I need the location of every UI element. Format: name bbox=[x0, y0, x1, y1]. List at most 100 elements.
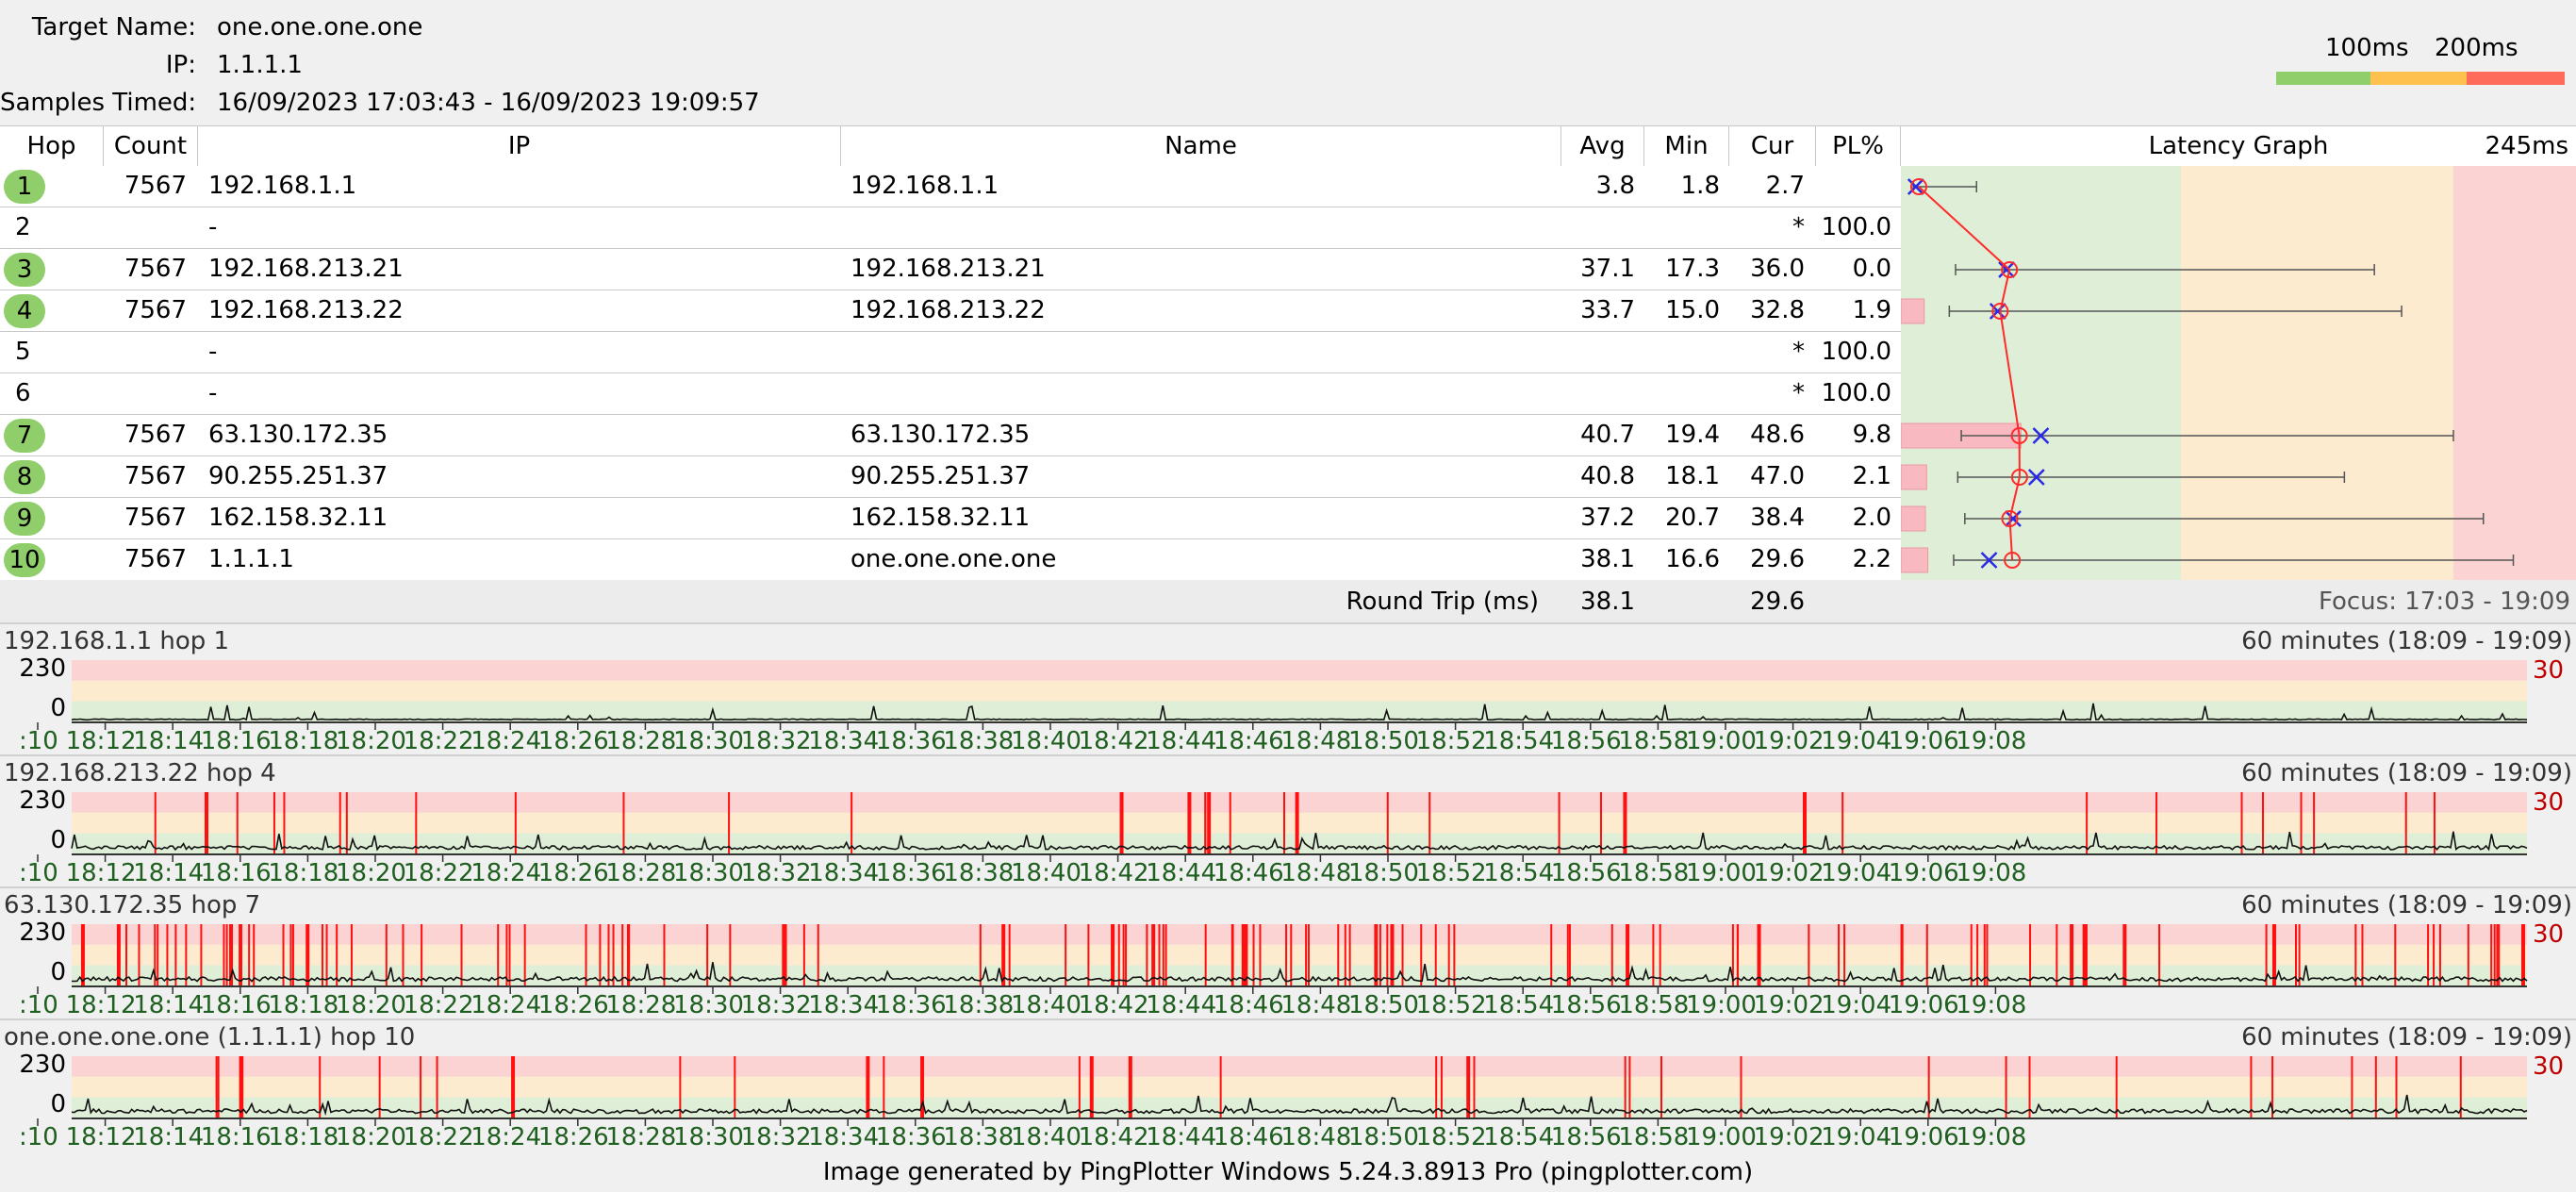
col-min-header[interactable]: Min bbox=[1644, 126, 1729, 166]
hop-name bbox=[850, 332, 1548, 372]
hop-number-badge: 7 bbox=[4, 419, 45, 453]
col-avg-header[interactable]: Avg bbox=[1561, 126, 1644, 166]
hop-row[interactable]: 5 - * 100.0 bbox=[0, 332, 1901, 373]
time-tick-label: 18:40 bbox=[1011, 991, 1082, 1019]
hop-cur: 29.6 bbox=[1750, 545, 1805, 573]
hop-row[interactable]: 1 7567 192.168.1.1 192.168.1.1 3.8 1.8 2.7 bbox=[0, 166, 1901, 207]
hop-min: 17.3 bbox=[1665, 255, 1720, 283]
time-tick-label: 18:14 bbox=[133, 991, 204, 1019]
time-tick-label: 18:42 bbox=[1079, 727, 1149, 755]
hop-row[interactable]: 2 - * 100.0 bbox=[0, 207, 1901, 249]
target-ip-label: IP: bbox=[165, 51, 196, 79]
col-hop-header[interactable]: Hop bbox=[0, 126, 104, 166]
hop-row[interactable]: 3 7567 192.168.213.21 192.168.213.21 37.1 17.… bbox=[0, 249, 1901, 290]
hop-avg bbox=[1561, 373, 1635, 414]
time-tick-label: 18:12 bbox=[66, 727, 137, 755]
hop-min: 20.7 bbox=[1665, 504, 1720, 532]
time-tick-label: 19:04 bbox=[1821, 991, 1891, 1019]
hop-count: 7567 bbox=[124, 504, 187, 532]
hop-number-badge: 9 bbox=[4, 502, 45, 536]
col-ip-header[interactable]: IP bbox=[198, 126, 841, 166]
hop-avg: 38.1 bbox=[1580, 545, 1635, 573]
time-tick-label: 18:54 bbox=[1483, 859, 1554, 887]
timeline-range: 60 minutes (18:09 - 19:09) bbox=[2241, 627, 2572, 655]
col-count-header[interactable]: Count bbox=[104, 126, 198, 166]
time-tick-label: 18:32 bbox=[741, 859, 812, 887]
hop-row[interactable]: 7 7567 63.130.172.35 63.130.172.35 40.7 19.4 4… bbox=[0, 415, 1901, 456]
hop-avg: 37.1 bbox=[1580, 255, 1635, 283]
hop-ip: 162.158.32.11 bbox=[208, 504, 388, 532]
hop-pl bbox=[1816, 166, 1891, 207]
time-tick-label: 18:26 bbox=[538, 727, 609, 755]
time-tick-label: 18:28 bbox=[605, 727, 676, 755]
time-tick-label: 18:24 bbox=[471, 727, 541, 755]
hop-avg bbox=[1561, 332, 1635, 372]
hop-cur: * bbox=[1792, 379, 1805, 407]
hop-ip: - bbox=[208, 338, 218, 366]
timeline-zone-bad bbox=[72, 660, 2527, 681]
hop-name bbox=[850, 207, 1548, 248]
col-latency-graph-header[interactable]: Latency Graph 245ms bbox=[1901, 126, 2576, 166]
latency-graph-title: Latency Graph bbox=[2148, 132, 2329, 160]
timeline-y-top: 230 bbox=[19, 786, 66, 815]
time-tick-label: 18:52 bbox=[1416, 727, 1487, 755]
time-tick-label: 18:38 bbox=[943, 1123, 1014, 1151]
target-info-panel: Target Name: one.one.one.one IP: 1.1.1.1… bbox=[0, 0, 2576, 124]
hop-row[interactable]: 8 7567 90.255.251.37 90.255.251.37 40.8 18.1 4… bbox=[0, 456, 1901, 498]
hop-avg: 40.7 bbox=[1580, 421, 1635, 449]
time-tick-label: 18:38 bbox=[943, 991, 1014, 1019]
time-tick-label: 18:24 bbox=[471, 991, 541, 1019]
timeline-zone-warn bbox=[72, 1076, 2527, 1098]
time-tick-label: 19:00 bbox=[1686, 859, 1757, 887]
time-tick-label: 18:36 bbox=[876, 727, 947, 755]
time-tick-label: 19:04 bbox=[1821, 727, 1891, 755]
target-name-value: one.one.one.one bbox=[217, 13, 423, 41]
time-tick-label: 18:18 bbox=[268, 859, 339, 887]
time-tick-label: 18:32 bbox=[741, 727, 812, 755]
timeline-graph[interactable]: :10 18:12 18:14 18:16 18:18 18:20 18:22 18:24 18… bbox=[0, 754, 2576, 888]
timeline-graph[interactable]: :10 18:12 18:14 18:16 18:18 18:20 18:22 18:24 18… bbox=[0, 1018, 2576, 1152]
timeline-graph[interactable]: :10 18:12 18:14 18:16 18:18 18:20 18:22 18:24 18… bbox=[0, 622, 2576, 756]
hop-count: 7567 bbox=[124, 421, 187, 449]
time-tick-label: 18:30 bbox=[673, 727, 744, 755]
hop-row[interactable]: 4 7567 192.168.213.22 192.168.213.22 33.7 15.… bbox=[0, 290, 1901, 332]
time-tick-label: 18:50 bbox=[1348, 1123, 1419, 1151]
col-cur-header[interactable]: Cur bbox=[1729, 126, 1816, 166]
hop-count: 7567 bbox=[124, 296, 187, 324]
timeline-y-bottom: 0 bbox=[50, 958, 66, 986]
timeline-range: 60 minutes (18:09 - 19:09) bbox=[2241, 1023, 2572, 1051]
hop-row[interactable]: 9 7567 162.158.32.11 162.158.32.11 37.2 20.7 3… bbox=[0, 498, 1901, 539]
time-tick-label: 18:14 bbox=[133, 859, 204, 887]
time-tick-label: 18:42 bbox=[1079, 859, 1149, 887]
time-tick-label: 19:08 bbox=[1956, 727, 2026, 755]
timeline-right-label: 30 bbox=[2533, 788, 2565, 817]
hop-ip: 1.1.1.1 bbox=[208, 545, 294, 573]
timeline-graph[interactable]: :10 18:12 18:14 18:16 18:18 18:20 18:22 18:24 18… bbox=[0, 886, 2576, 1020]
hop-number-badge: 1 bbox=[4, 170, 45, 204]
timeline-right-label: 30 bbox=[2533, 656, 2565, 685]
time-tick-label: 18:44 bbox=[1146, 859, 1216, 887]
packet-loss-bar bbox=[1901, 505, 1926, 532]
hop-ip: 192.168.1.1 bbox=[208, 172, 357, 200]
time-tick-label: 19:06 bbox=[1889, 1123, 1959, 1151]
timeline-plot: :10 18:1218:1418:1618:1818:2018:2218:2418… bbox=[19, 792, 2528, 887]
hop-count: 7567 bbox=[124, 545, 187, 573]
time-tick-label: 18:26 bbox=[538, 991, 609, 1019]
focus-range: Focus: 17:03 - 19:09 bbox=[1901, 580, 2576, 623]
time-tick-label: 18:16 bbox=[201, 991, 272, 1019]
hop-avg: 40.8 bbox=[1580, 462, 1635, 490]
col-pl-header[interactable]: PL% bbox=[1816, 126, 1901, 166]
hop-name: 192.168.213.22 bbox=[850, 296, 1046, 324]
hop-pl: 100.0 bbox=[1821, 379, 1891, 407]
time-tick-label: 18:38 bbox=[943, 727, 1014, 755]
col-name-header[interactable]: Name bbox=[841, 126, 1561, 166]
hop-row[interactable]: 6 - * 100.0 bbox=[0, 373, 1901, 415]
hop-number: 6 bbox=[15, 379, 31, 407]
timeline-title: 192.168.1.1 hop 1 bbox=[4, 627, 230, 655]
time-tick-label: 18:34 bbox=[808, 859, 879, 887]
timeline-y-bottom: 0 bbox=[50, 1090, 66, 1118]
scale-bad-bar bbox=[2467, 72, 2565, 85]
timeline-zone-warn bbox=[72, 680, 2527, 702]
hop-row[interactable]: 10 7567 1.1.1.1 one.one.one.one 38.1 16.6 29.6… bbox=[0, 539, 1901, 581]
time-tick-label: 19:02 bbox=[1754, 991, 1825, 1019]
